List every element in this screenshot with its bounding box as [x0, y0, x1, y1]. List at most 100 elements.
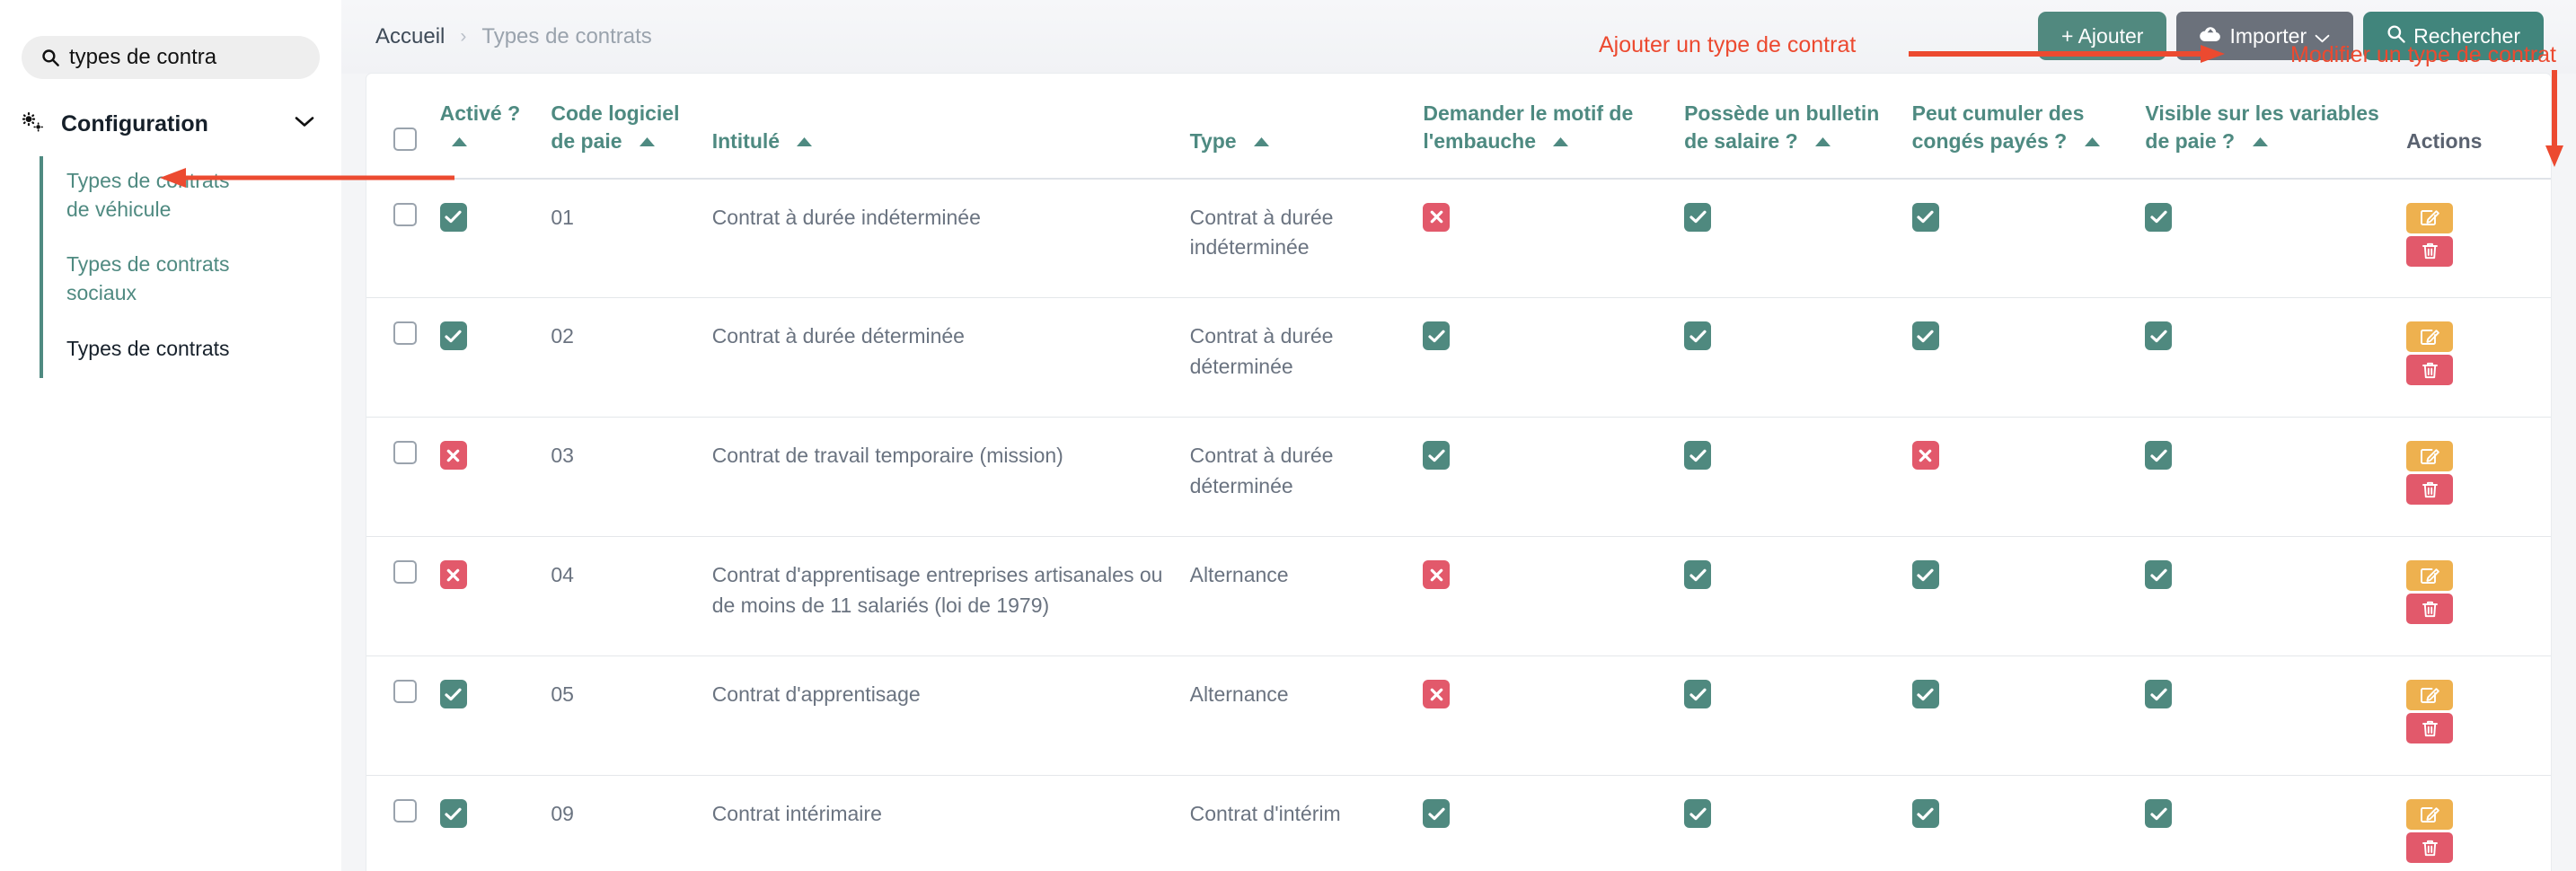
status-yes-badge[interactable]: [1423, 799, 1451, 829]
cell-actions: [2406, 417, 2551, 538]
row-action-buttons: [2406, 799, 2542, 864]
status-yes-badge[interactable]: [439, 321, 467, 351]
cell-title: Contrat de travail temporaire (mission): [711, 417, 1190, 538]
cell-motif: [1423, 178, 1685, 299]
table-head: Activé ? Code logiciel de paie Intitulé …: [366, 74, 2551, 180]
status-yes-badge[interactable]: [2145, 441, 2173, 471]
cell-variables: [2145, 297, 2407, 418]
cell-motif: [1423, 655, 1685, 777]
delete-action-button[interactable]: [2406, 235, 2454, 267]
row-action-buttons: [2406, 560, 2542, 625]
header-conges[interactable]: Peut cumuler des congés payés ?: [1911, 74, 2146, 180]
search-input[interactable]: types de contra: [69, 47, 216, 68]
edit-action-button[interactable]: [2406, 680, 2454, 711]
status-yes-badge[interactable]: [1684, 799, 1712, 829]
search-button-label: Rechercher: [2413, 23, 2520, 48]
status-yes-badge[interactable]: [1423, 441, 1451, 471]
edit-action-button[interactable]: [2406, 441, 2454, 472]
status-yes-badge[interactable]: [2145, 799, 2173, 829]
table-row: 02 Contrat à durée déterminée Contrat à du…: [366, 297, 2551, 418]
delete-action-button[interactable]: [2406, 594, 2454, 625]
cell-variables: [2145, 417, 2407, 538]
cell-conges: [1911, 536, 2146, 657]
cell-type: Contrat à durée indéterminée: [1189, 178, 1424, 299]
cell-variables: [2145, 775, 2407, 871]
header-code-label: Code logiciel de paie: [551, 101, 680, 153]
delete-action-button[interactable]: [2406, 355, 2454, 386]
status-yes-badge[interactable]: [2145, 560, 2173, 590]
row-select-checkbox[interactable]: [393, 680, 417, 704]
status-yes-badge[interactable]: [439, 202, 467, 232]
cell-bulletin: [1684, 297, 1912, 418]
caret-up-icon: [1253, 127, 1269, 146]
cell-code: 05: [551, 655, 712, 777]
status-no-badge[interactable]: [439, 560, 467, 590]
status-yes-badge[interactable]: [1684, 680, 1712, 709]
header-motif[interactable]: Demander le motif de l'embauche: [1423, 74, 1685, 180]
edit-action-button[interactable]: [2406, 560, 2454, 592]
select-all-checkbox[interactable]: [393, 127, 417, 151]
status-no-badge[interactable]: [1911, 441, 1939, 471]
header-bulletin[interactable]: Possède un bulletin de salaire ?: [1684, 74, 1912, 180]
status-yes-badge[interactable]: [1423, 321, 1451, 351]
delete-action-button[interactable]: [2406, 474, 2454, 506]
status-yes-badge[interactable]: [439, 680, 467, 709]
row-select-cell: [366, 178, 440, 299]
status-no-badge[interactable]: [1423, 560, 1451, 590]
edit-action-button[interactable]: [2406, 202, 2454, 233]
delete-action-button[interactable]: [2406, 832, 2454, 864]
status-yes-badge[interactable]: [1684, 441, 1712, 471]
cell-conges: [1911, 417, 2146, 538]
edit-action-button[interactable]: [2406, 799, 2454, 831]
cell-conges: [1911, 297, 2146, 418]
status-yes-badge[interactable]: [1684, 560, 1712, 590]
status-no-badge[interactable]: [1423, 680, 1451, 709]
status-yes-badge[interactable]: [1684, 321, 1712, 351]
row-select-checkbox[interactable]: [393, 321, 417, 346]
cell-title: Contrat à durée déterminée: [711, 297, 1190, 418]
chevron-down-icon: [2315, 24, 2330, 48]
row-select-checkbox[interactable]: [393, 202, 417, 226]
row-action-buttons: [2406, 680, 2542, 744]
edit-action-button[interactable]: [2406, 321, 2454, 353]
cell-motif: [1423, 297, 1685, 418]
status-yes-badge[interactable]: [1911, 680, 1939, 709]
status-yes-badge[interactable]: [1911, 560, 1939, 590]
row-select-checkbox[interactable]: [393, 441, 417, 465]
table-row: 01 Contrat à durée indéterminée Contrat à …: [366, 178, 2551, 299]
header-title[interactable]: Intitulé: [711, 74, 1190, 180]
status-no-badge[interactable]: [439, 441, 467, 471]
search-button[interactable]: Rechercher: [2363, 12, 2544, 60]
breadcrumb-home[interactable]: Accueil: [375, 24, 445, 49]
caret-up-icon: [2084, 127, 2100, 146]
cell-active: [439, 417, 551, 538]
sidebar-item-types-de-contrats-sociaux[interactable]: Types de contrats sociaux: [43, 245, 268, 312]
annotation-sidebar-arrow: [160, 168, 454, 188]
status-yes-badge[interactable]: [2145, 680, 2173, 709]
cell-type: Alternance: [1189, 655, 1424, 777]
cell-type: Alternance: [1189, 536, 1424, 657]
header-active[interactable]: Activé ?: [439, 74, 551, 180]
status-yes-badge[interactable]: [1911, 202, 1939, 232]
status-yes-badge[interactable]: [1911, 799, 1939, 829]
header-code[interactable]: Code logiciel de paie: [551, 74, 712, 180]
sidebar-search-box[interactable]: types de contra: [22, 36, 320, 79]
row-select-checkbox[interactable]: [393, 799, 417, 823]
row-action-buttons: [2406, 441, 2542, 506]
status-yes-badge[interactable]: [1911, 321, 1939, 351]
main-content: Accueil › Types de contrats + Ajouter Im…: [341, 0, 2576, 871]
search-icon: [2386, 24, 2405, 48]
row-select-checkbox[interactable]: [393, 560, 417, 585]
header-type[interactable]: Type: [1189, 74, 1424, 180]
status-yes-badge[interactable]: [2145, 202, 2173, 232]
sidebar-item-types-de-contrats[interactable]: Types de contrats: [43, 330, 268, 369]
header-variables[interactable]: Visible sur les variables de paie ?: [2145, 74, 2407, 180]
status-yes-badge[interactable]: [1684, 202, 1712, 232]
delete-action-button[interactable]: [2406, 713, 2454, 744]
status-yes-badge[interactable]: [2145, 321, 2173, 351]
sidebar-group-configuration[interactable]: Configuration: [0, 104, 341, 144]
status-no-badge[interactable]: [1423, 202, 1451, 232]
cell-title: Contrat intérimaire: [711, 775, 1190, 871]
status-yes-badge[interactable]: [439, 799, 467, 829]
gear-icon: [22, 111, 45, 137]
